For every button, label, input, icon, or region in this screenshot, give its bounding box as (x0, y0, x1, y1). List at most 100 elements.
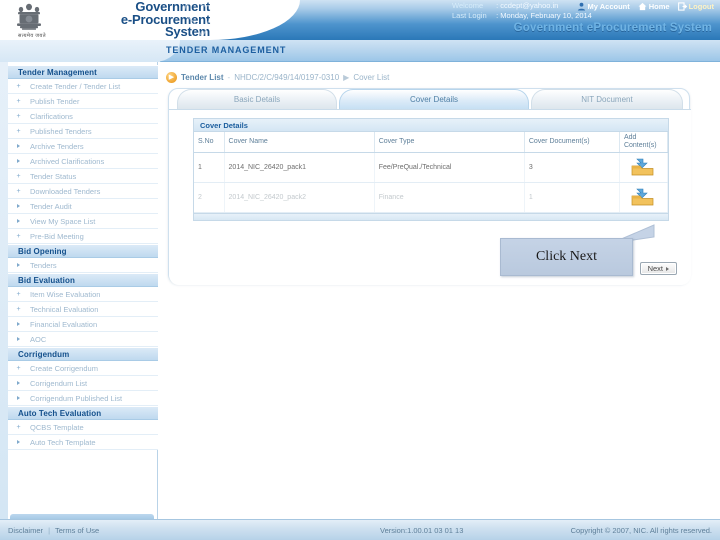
expand-plus-icon: + (16, 424, 21, 431)
breadcrumb-root[interactable]: Tender List (181, 73, 224, 82)
next-button[interactable]: Next (639, 262, 677, 275)
footer-copyright: Copyright © 2007, NIC. All rights reserv… (570, 526, 712, 535)
table-row: 1 2014_NIC_26420_pack1 Fee/PreQual./Techni… (194, 152, 669, 183)
cell-documents: 1 (524, 182, 620, 213)
lastlogin-value: : Monday, February 10, 2014 (496, 11, 592, 20)
next-button-label: Next (647, 264, 663, 273)
nav-my-account[interactable]: My Account (577, 2, 630, 11)
sidebar-item-archived-clarifications[interactable]: Archived Clarifications (8, 154, 158, 169)
breadcrumb-tender-id: NHDC/2/C/949/14/0197-0310 (234, 73, 340, 82)
sidebar-section-auto-tech-evaluation: Auto Tech Evaluation (8, 406, 158, 420)
chevron-right-icon (666, 266, 669, 271)
system-title: Government eProcurement System (513, 22, 712, 34)
sidebar-item-label: Financial Evaluation (30, 320, 98, 329)
sidebar-item-create-corrigendum[interactable]: + Create Corrigendum (8, 361, 158, 376)
cell-add-content[interactable] (619, 152, 669, 183)
emblem-motto: सत्यमेव जयते (18, 33, 46, 39)
nav-logout[interactable]: Logout (677, 2, 714, 11)
sidebar-left-edge (0, 62, 8, 519)
sidebar-section-corrigendum: Corrigendum (8, 347, 158, 361)
expand-plus-icon: + (16, 306, 21, 313)
cell-documents: 3 (524, 152, 620, 183)
footer-terms-link[interactable]: Terms of Use (55, 526, 99, 535)
sidebar-item-downloaded-tenders[interactable]: + Downloaded Tenders (8, 184, 158, 199)
application-window: सत्यमेव जयते Government e-Procurement Sy… (0, 0, 720, 540)
module-bar: TENDER MANAGEMENT (0, 40, 720, 62)
expand-plus-icon: + (16, 173, 21, 180)
tab-cover-details[interactable]: Cover Details (339, 89, 529, 109)
chevron-right-icon (17, 337, 20, 341)
chevron-right-icon (17, 396, 20, 400)
nav-my-account-label: My Account (587, 2, 630, 11)
breadcrumb-current: Cover List (353, 73, 390, 82)
sidebar-item-technical-evaluation[interactable]: + Technical Evaluation (8, 302, 158, 317)
cover-details-table: S.No Cover Name Cover Type Cover Documen… (194, 132, 669, 213)
nav-home[interactable]: Home (638, 2, 670, 11)
sidebar-item-published-tenders[interactable]: + Published Tenders (8, 124, 158, 139)
footer-disclaimer-link[interactable]: Disclaimer (8, 526, 43, 535)
tab-basic-details[interactable]: Basic Details (177, 89, 337, 109)
sidebar-item-archive-tenders[interactable]: Archive Tenders (8, 139, 158, 154)
sidebar-item-corrigendum-list[interactable]: Corrigendum List (8, 376, 158, 391)
sidebar-section-bid-opening: Bid Opening (8, 244, 158, 258)
welcome-user: : ccdept@yahoo.in (496, 1, 559, 10)
cell-cover-type: Fee/PreQual./Technical (374, 152, 525, 183)
sidebar-item-auto-tech-template[interactable]: Auto Tech Template (8, 435, 158, 450)
table-body: 1 2014_NIC_26420_pack1 Fee/PreQual./Techni… (194, 152, 669, 213)
sidebar-section-bid-evaluation: Bid Evaluation (8, 273, 158, 287)
sidebar-item-label: Create Tender / Tender List (30, 82, 121, 91)
sidebar-item-financial-evaluation[interactable]: Financial Evaluation (8, 317, 158, 332)
breadcrumb-separator-1: - (227, 73, 231, 82)
cell-cover-name: 2014_NIC_26420_pack1 (224, 152, 375, 183)
upload-folder-icon[interactable] (631, 188, 655, 208)
breadcrumb-separator-2: ▶ (343, 73, 350, 82)
sidebar-item-corrigendum-published-list[interactable]: Corrigendum Published List (8, 391, 158, 406)
sidebar-item-view-my-space-list[interactable]: View My Space List (8, 214, 158, 229)
sidebar-item-label: Published Tenders (30, 127, 92, 136)
breadcrumb-arrow-icon: ▶ (166, 72, 177, 83)
sidebar-item-aoc[interactable]: AOC (8, 332, 158, 347)
chevron-right-icon (17, 159, 20, 163)
sidebar-item-qcbs-template[interactable]: + QCBS Template (8, 420, 158, 435)
sidebar-item-pre-bid-meeting[interactable]: + Pre-Bid Meeting (8, 229, 158, 244)
sidebar-item-publish-tender[interactable]: + Publish Tender (8, 94, 158, 109)
table-head: S.No Cover Name Cover Type Cover Documen… (194, 132, 669, 153)
sidebar-item-tenders[interactable]: Tenders (8, 258, 158, 273)
sidebar-item-label: View My Space List (30, 217, 96, 226)
chevron-right-icon (17, 440, 20, 444)
sidebar-item-label: Archive Tenders (30, 142, 84, 151)
upload-folder-icon[interactable] (631, 158, 655, 178)
sidebar-item-tender-status[interactable]: + Tender Status (8, 169, 158, 184)
sidebar-item-create-tender-tender-list[interactable]: + Create Tender / Tender List (8, 79, 158, 94)
page-footer: Disclaimer | Terms of Use Version:1.00.0… (0, 519, 720, 540)
module-bar-left-pad (0, 40, 160, 62)
sidebar-item-label: Corrigendum Published List (30, 394, 123, 403)
cell-add-content[interactable] (619, 182, 669, 213)
tab-nit-document[interactable]: NIT Document (531, 89, 683, 109)
sidebar-item-clarifications[interactable]: + Clarifications (8, 109, 158, 124)
chevron-right-icon (17, 381, 20, 385)
sidebar-item-label: Item Wise Evaluation (30, 290, 101, 299)
chevron-right-icon (17, 219, 20, 223)
chevron-right-icon (17, 204, 20, 208)
chevron-right-icon (17, 263, 20, 267)
expand-plus-icon: + (16, 113, 21, 120)
col-add-contents: Add Content(s) (619, 132, 669, 153)
sidebar-item-label: Auto Tech Template (30, 438, 96, 447)
user-icon (577, 2, 585, 11)
sidebar-item-tender-audit[interactable]: Tender Audit (8, 199, 158, 214)
sidebar-item-label: QCBS Template (30, 423, 84, 432)
sidebar-item-item-wise-evaluation[interactable]: + Item Wise Evaluation (8, 287, 158, 302)
expand-plus-icon: + (16, 128, 21, 135)
india-map-graphic (183, 2, 229, 39)
table-header-row: S.No Cover Name Cover Type Cover Documen… (194, 132, 669, 153)
top-navigation: My Account Home Logout (577, 2, 714, 11)
breadcrumb: ▶ Tender List - NHDC/2/C/949/14/0197-031… (166, 72, 389, 83)
col-cover-name: Cover Name (224, 132, 375, 153)
sidebar-section-tender-management: Tender Management (8, 65, 158, 79)
expand-plus-icon: + (16, 188, 21, 195)
nav-logout-label: Logout (688, 2, 714, 11)
logout-icon (677, 2, 687, 11)
sidebar-items-container: Tender Management + Create Tender / Tender… (8, 62, 158, 450)
sidebar-item-label: Tenders (30, 261, 57, 270)
